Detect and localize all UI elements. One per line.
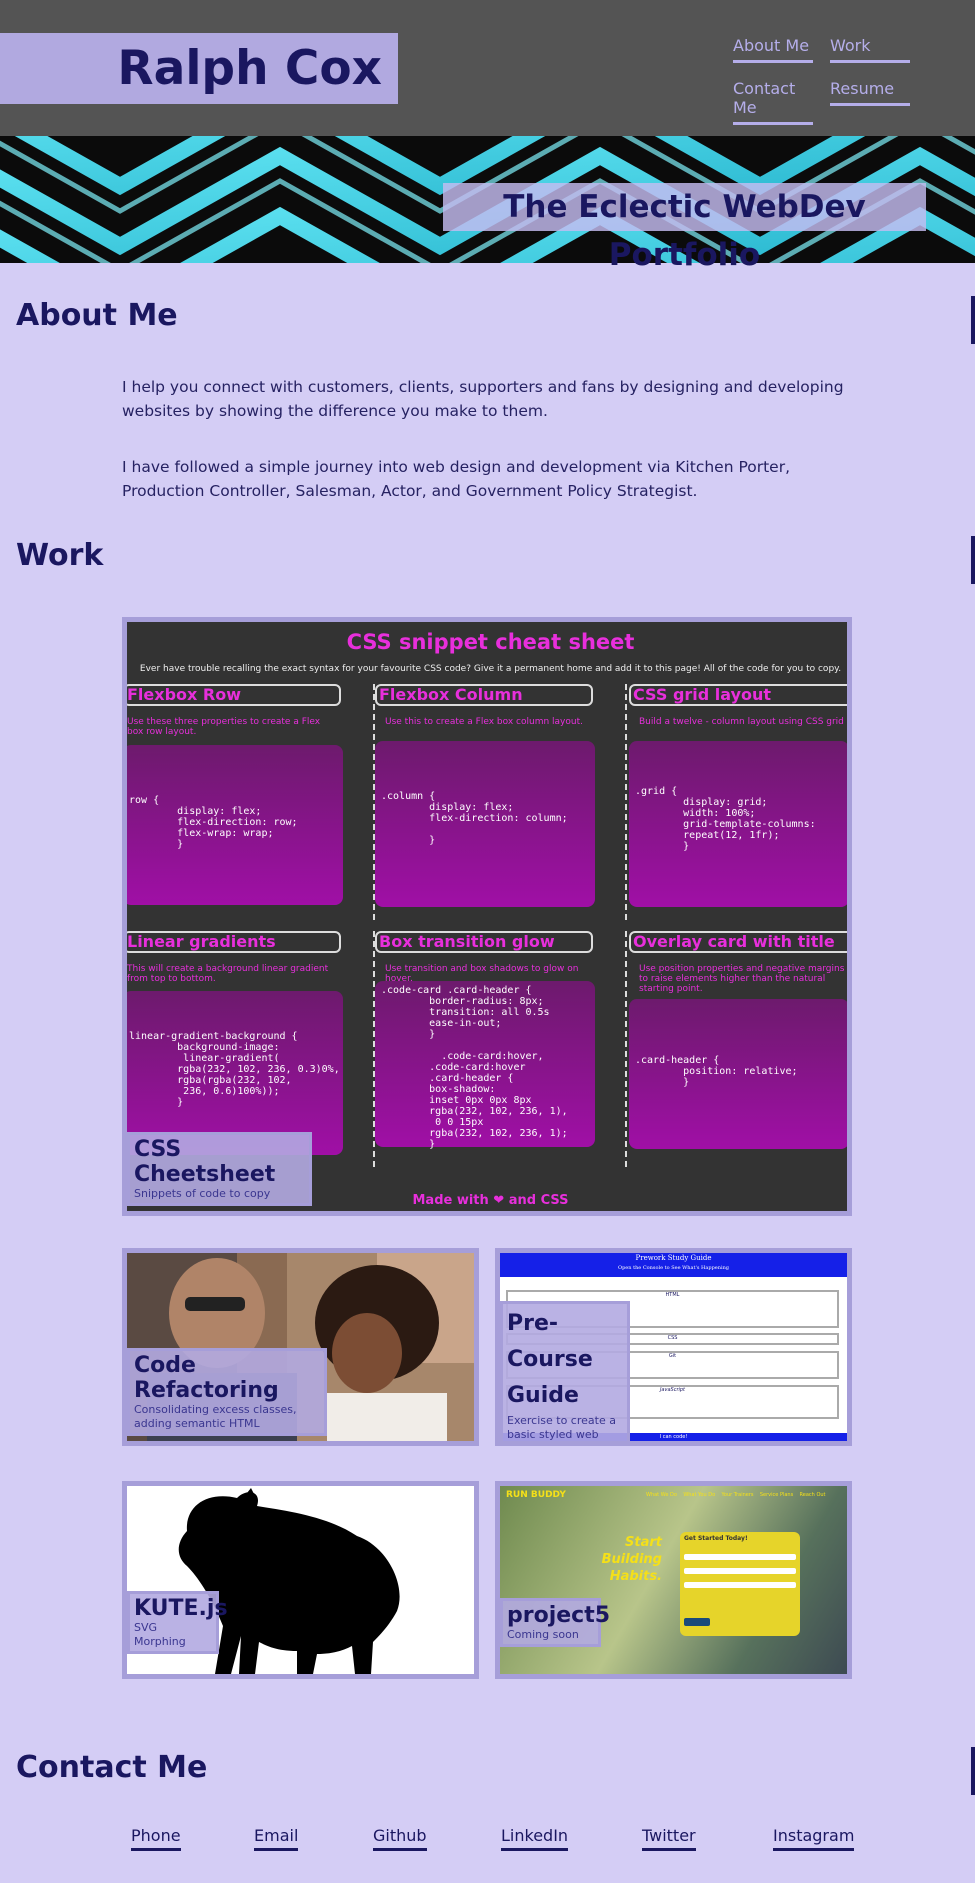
runbuddy-nav-item: Service Plans <box>759 1492 794 1498</box>
about-paragraph-2: I have followed a simple journey into we… <box>122 458 791 500</box>
runbuddy-form-title: Get Started Today! <box>684 1535 748 1542</box>
project-card-pre-course-guide[interactable]: Prework Study Guide Open the Console to … <box>495 1248 852 1446</box>
cheatsheet-box-code: .column { display: flex; flex-direction:… <box>375 741 595 907</box>
cheatsheet-box-head: CSS grid layout <box>629 684 847 706</box>
cheatsheet-box-code: .grid { display: grid; width: 100%; grid… <box>629 741 847 907</box>
cheatsheet-box-desc: Build a twelve - column layout using CSS… <box>639 717 844 727</box>
project-title: project5 <box>507 1603 611 1628</box>
project-card-project5[interactable]: RUN BUDDY What We Do What You Do Your Tr… <box>495 1481 852 1679</box>
hero-title: The Eclectic WebDev Portfolio <box>443 183 926 273</box>
preguide-banner-title: Prework Study Guide <box>635 1254 712 1262</box>
project-card-css-cheatsheet[interactable]: CSS snippet cheat sheet Ever have troubl… <box>122 617 852 1216</box>
cheatsheet-box-code: .code-card .card-header { border-radius:… <box>375 981 595 1150</box>
cheatsheet-box-code: row { display: flex; flex-direction: row… <box>127 745 343 905</box>
contact-link-twitter[interactable]: Twitter <box>642 1826 696 1851</box>
contact-side-marker <box>971 1747 975 1795</box>
runbuddy-form-field <box>684 1554 796 1560</box>
runbuddy-form: Get Started Today! <box>680 1532 800 1636</box>
cheatsheet-box: Box transition glow Use transition and b… <box>375 931 627 1167</box>
preguide-banner: Prework Study Guide Open the Console to … <box>500 1253 847 1277</box>
cheatsheet-subtitle: Ever have trouble recalling the exact sy… <box>139 664 842 674</box>
project-subtitle: Snippets of code to copy <box>134 1187 271 1200</box>
contact-link-email[interactable]: Email <box>254 1826 299 1851</box>
runbuddy-nav: What We Do What You Do Your Trainers Ser… <box>646 1492 826 1498</box>
runbuddy-nav-item: What You Do <box>683 1492 716 1498</box>
contact-heading: Contact Me <box>16 1750 208 1785</box>
project-subtitle: Coming soon <box>507 1628 579 1641</box>
work-side-marker <box>971 536 975 584</box>
project-label: KUTE.js SVG Morphing <box>127 1591 228 1654</box>
cheatsheet-box-code: linear-gradient-background { background-… <box>127 991 343 1155</box>
site-header: Ralph Cox About Me Work Contact Me Resum… <box>0 0 975 136</box>
contact-link-github[interactable]: Github <box>373 1826 427 1851</box>
runbuddy-nav-item: Reach Out <box>799 1492 826 1498</box>
project-title: CSS Cheetsheet <box>134 1137 276 1187</box>
cheatsheet-box-desc: Use position properties and negative mar… <box>639 964 845 994</box>
project-title: Code Refactoring <box>134 1353 279 1403</box>
cheatsheet-box-code: .card-header { position: relative; } <box>629 999 847 1149</box>
cheatsheet-box: Flexbox Column Use this to create a Flex… <box>375 684 627 920</box>
cheatsheet-box: Flexbox Row Use these three properties t… <box>127 684 375 920</box>
about-side-marker <box>971 296 975 344</box>
project-card-kutejs[interactable]: KUTE.js SVG Morphing <box>122 1481 479 1679</box>
project-title: KUTE.js <box>134 1596 228 1621</box>
project-subtitle: Consolidating excess classes, adding sem… <box>134 1403 297 1430</box>
project-subtitle: Exercise to create a basic styled web pa… <box>507 1414 616 1441</box>
runbuddy-logo: RUN BUDDY <box>506 1490 566 1500</box>
runbuddy-nav-item: What We Do <box>646 1492 677 1498</box>
project-title: Pre-Course Guide <box>507 1311 593 1408</box>
project-card-code-refactoring[interactable]: Code Refactoring Consolidating excess cl… <box>122 1248 479 1446</box>
nav-resume[interactable]: Resume <box>830 79 910 106</box>
cheatsheet-box-head: Flexbox Row <box>127 684 341 706</box>
runbuddy-form-field <box>684 1568 796 1574</box>
cheatsheet-box-head: Box transition glow <box>375 931 593 953</box>
contact-link-linkedin[interactable]: LinkedIn <box>501 1826 569 1851</box>
cheatsheet-box-head: Flexbox Column <box>375 684 593 706</box>
nav-contact-me[interactable]: Contact Me <box>733 79 813 125</box>
nav-about-me[interactable]: About Me <box>733 36 813 63</box>
runbuddy-headline: Start Building Habits. <box>601 1535 662 1584</box>
runbuddy-form-field <box>684 1582 796 1588</box>
cheatsheet-box-desc: Use these three properties to create a F… <box>127 717 321 737</box>
project-subtitle: SVG Morphing <box>134 1621 186 1648</box>
cheatsheet-screenshot: CSS snippet cheat sheet Ever have troubl… <box>127 622 847 1211</box>
project-label: Code Refactoring Consolidating excess cl… <box>127 1348 327 1436</box>
contact-link-phone[interactable]: Phone <box>131 1826 181 1851</box>
nav-work[interactable]: Work <box>830 36 910 63</box>
about-paragraph-1: I help you connect with customers, clien… <box>122 378 844 420</box>
work-heading: Work <box>16 538 104 573</box>
preguide-banner-sub: Open the Console to See What's Happening <box>618 1265 729 1271</box>
cheatsheet-box-head: Overlay card with title <box>629 931 847 953</box>
about-heading: About Me <box>16 298 178 333</box>
runbuddy-nav-item: Your Trainers <box>721 1492 754 1498</box>
cheatsheet-box-desc: Use this to create a Flex box column lay… <box>385 717 583 727</box>
runbuddy-form-button <box>684 1618 710 1626</box>
cheatsheet-box-head: Linear gradients <box>127 931 341 953</box>
cheatsheet-box: CSS grid layout Build a twelve - column … <box>629 684 847 920</box>
site-name: Ralph Cox <box>0 33 398 104</box>
contact-link-instagram[interactable]: Instagram <box>773 1826 855 1851</box>
project-label: Pre-Course Guide Exercise to create a ba… <box>500 1301 630 1441</box>
cheatsheet-box: Overlay card with title Use position pro… <box>629 931 847 1167</box>
project-label: project5 Coming soon <box>500 1598 611 1647</box>
cheatsheet-title: CSS snippet cheat sheet <box>346 630 635 654</box>
project-label: CSS Cheetsheet Snippets of code to copy <box>127 1132 312 1206</box>
cheatsheet-box-desc: This will create a background linear gra… <box>127 964 329 984</box>
